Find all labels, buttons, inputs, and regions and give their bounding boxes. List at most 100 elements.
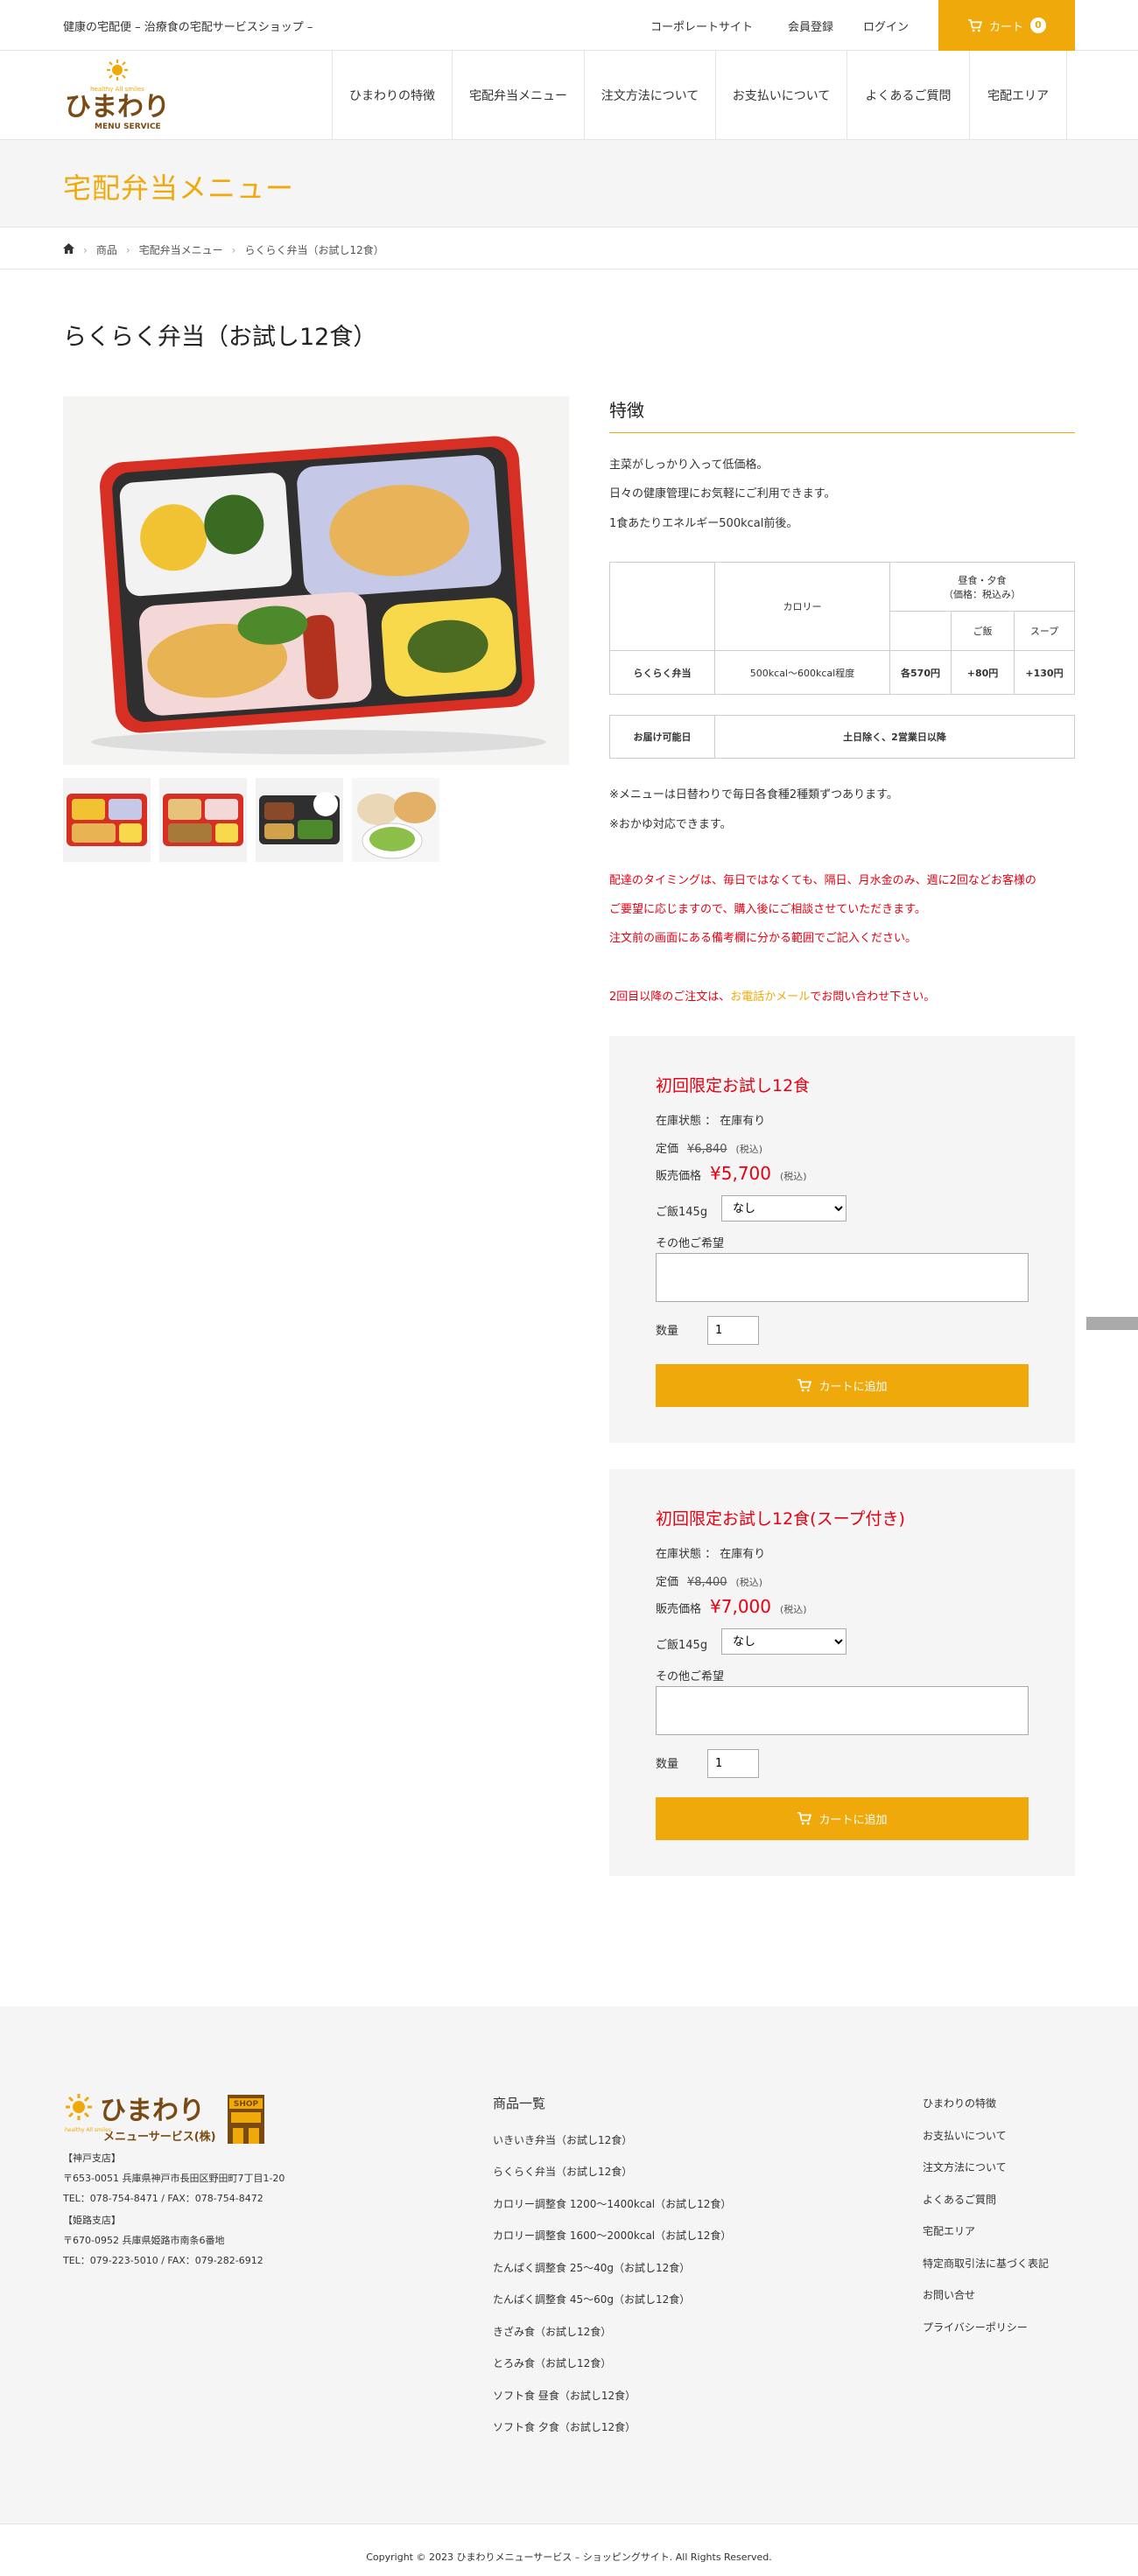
stock-status: 在庫状態 ： 在庫有り [656,1548,766,1561]
nav-how-to-order[interactable]: 注文方法について [585,51,716,140]
sunflower-logo-icon: healthy All smiles ひまわり MENU SERVICE [65,60,170,131]
list-price: ¥8,400 [687,1576,727,1589]
footer-link-features[interactable]: ひまわりの特徴 [923,2096,996,2110]
kobe-address: 〒653-0051 兵庫県神戸市長田区野田町7丁目1-20 [63,2173,285,2184]
product-thumbnail-4[interactable] [352,778,439,862]
himeji-heading: 【姫路支店】 [63,2215,121,2226]
product-main-image [63,396,569,765]
delivery-timing-note: ご要望に応じますので、購入後にご相談させていただきます。 [609,903,926,916]
add-to-cart-button[interactable]: カートに追加 [656,1364,1029,1407]
footer-product-link[interactable]: カロリー調整食 1600～2000kcal（お試し12食） [493,2228,731,2243]
stock-status: 在庫状態 ： 在庫有り [656,1115,766,1128]
add-to-cart-button[interactable]: カートに追加 [656,1797,1029,1840]
other-request-textarea[interactable] [656,1686,1029,1735]
row-rice: +80円 [951,650,1015,695]
sale-price-row: 販売価格 ¥5,700 (税込) [656,1163,807,1184]
price-table: カロリー 昼食・夕食 （価格：税込み） ご飯 スープ らくらく弁当 500kcal… [609,562,1075,695]
footer-product-link[interactable]: ソフト食 昼食（お試し12食） [493,2388,636,2403]
nav-delivery-area[interactable]: 宅配エリア [970,51,1067,140]
header-calorie: カロリー [714,562,890,651]
nav-payment[interactable]: お支払いについて [716,51,847,140]
login-link[interactable]: ログイン [863,18,909,34]
row-calorie: 500kcal～600kcal程度 [714,650,890,695]
home-icon[interactable] [63,243,74,256]
delivery-value: 土日除く、2営業日以降 [714,715,1075,759]
himeji-address: 〒670-0952 兵庫県姫路市南条6番地 [63,2235,225,2246]
contact-note: 2回目以降のご注文は、お電話かメールでお問い合わせ下さい。 [609,990,936,1004]
delivery-label: お届け可能日 [609,715,715,759]
footer-product-link[interactable]: たんぱく調整食 25～40g（お試し12食） [493,2260,690,2275]
breadcrumb-menu[interactable]: 宅配弁当メニュー [139,242,223,257]
features-heading: 特徴 [609,396,1075,433]
footer-link-order[interactable]: 注文方法について [923,2160,1007,2174]
footer-product-link[interactable]: たんぱく調整食 45～60g（お試し12食） [493,2292,690,2306]
top-bar: 健康の宅配便 – 治療食の宅配サービスショップ – コーポレートサイト 会員登録… [0,0,1138,51]
nav-menu[interactable]: 宅配弁当メニュー [453,51,585,140]
purchase-title: 初回限定お試し12食 [656,1076,811,1096]
cart-label: カート [988,20,1023,34]
cart-icon [967,18,982,32]
features-section: 特徴 [609,396,1075,433]
quantity-input[interactable] [707,1749,759,1778]
other-request-textarea[interactable] [656,1253,1029,1302]
footer-product-link[interactable]: らくらく弁当（お試し12食） [493,2164,632,2179]
chevron-right-icon: › [125,243,130,256]
site-tagline: 健康の宅配便 – 治療食の宅配サービスショップ – [63,21,313,34]
nav-faq[interactable]: よくあるご質問 [847,51,970,140]
cart-button[interactable]: カート 0 [938,0,1075,51]
footer-link-contact[interactable]: お問い合せ [923,2287,975,2302]
site-logo[interactable]: healthy All smiles ひまわり MENU SERVICE [63,58,186,133]
himeji-tel: TEL：079-223-5010 / FAX：079-282-6912 [63,2255,263,2266]
purchase-box-trial-soup: 初回限定お試し12食(スープ付き) 在庫状態 ： 在庫有り 定価 ¥8,400 … [609,1469,1075,1876]
footer-link-payment[interactable]: お支払いについて [923,2128,1007,2143]
header-meal: 昼食・夕食 （価格：税込み） [889,562,1075,612]
side-scroll-tab[interactable] [1086,1317,1138,1330]
svg-text:ひまわり: ひまわり [100,2096,205,2126]
delivery-timing-note: 注文前の画面にある備考欄に分かる範囲でご記入ください。 [609,932,917,945]
footer-product-link[interactable]: きざみ食（お試し12食） [493,2324,611,2339]
quantity-input[interactable] [707,1316,759,1345]
sale-price: ¥7,000 [710,1596,771,1617]
purchase-box-trial: 初回限定お試し12食 在庫状態 ： 在庫有り 定価 ¥6,840 (税込) 販売… [609,1036,1075,1443]
footer-product-link[interactable]: とろみ食（お試し12食） [493,2356,611,2370]
header-rice: ご飯 [951,611,1015,651]
footer-link-faq[interactable]: よくあるご質問 [923,2192,996,2207]
nav-features[interactable]: ひまわりの特徴 [333,51,453,140]
page-heading: 宅配弁当メニュー [63,172,295,205]
site-header: healthy All smiles ひまわり MENU SERVICE ひまわ… [0,51,1138,140]
shop-icon: SHOP [228,2095,264,2144]
row-soup: +130円 [1014,650,1075,695]
register-link[interactable]: 会員登録 [788,18,833,34]
sunflower-icon [66,2094,92,2120]
chevron-right-icon: › [83,243,88,256]
footer-product-link[interactable]: いきいき弁当（お試し12食） [493,2132,632,2147]
rice-select[interactable]: なし [721,1628,846,1655]
kobe-tel: TEL：078-754-8471 / FAX：078-754-8472 [63,2193,263,2204]
corporate-site-link[interactable]: コーポレートサイト [650,18,753,34]
footer-product-link[interactable]: カロリー調整食 1200～1400kcal（お試し12食） [493,2196,731,2211]
footer-link-privacy[interactable]: プライバシーポリシー [923,2320,1028,2334]
rice-select[interactable]: なし [721,1195,846,1222]
purchase-title: 初回限定お試し12食(スープ付き) [656,1509,905,1529]
product-thumbnail-3[interactable] [256,778,343,862]
footer-logo[interactable]: ひまわり メニューサービス(株) healthy All smiles SHOP [63,2091,266,2147]
other-label: その他ご希望 [656,1237,725,1250]
breadcrumb: › 商品 › 宅配弁当メニュー › らくらく弁当（お試し12食） [63,242,384,257]
contact-link[interactable]: お電話かメール [730,990,810,1004]
cart-icon [797,1812,812,1825]
sale-price-row: 販売価格 ¥7,000 (税込) [656,1596,807,1617]
qty-label: 数量 [656,1758,679,1771]
footer-product-link[interactable]: ソフト食 夕食（お試し12食） [493,2419,636,2434]
delivery-timing-note: 配達のタイミングは、毎日ではなくても、隔日、月水金のみ、週に2回などお客様の [609,874,1036,887]
product-thumbnail-2[interactable] [159,778,247,862]
list-price: ¥6,840 [687,1143,727,1156]
page-heading-band: 宅配弁当メニュー [0,140,1138,227]
footer-link-area[interactable]: 宅配エリア [923,2223,975,2238]
footer-link-law[interactable]: 特定商取引法に基づく表記 [923,2256,1049,2271]
product-thumbnail-1[interactable] [63,778,151,862]
main-nav: ひまわりの特徴 宅配弁当メニュー 注文方法について お支払いについて よくあるご… [332,51,1067,140]
breadcrumb-products[interactable]: 商品 [96,242,117,257]
svg-text:SHOP: SHOP [234,2100,259,2109]
row-name: らくらく弁当 [609,650,715,695]
kobe-heading: 【神戸支店】 [63,2152,121,2164]
